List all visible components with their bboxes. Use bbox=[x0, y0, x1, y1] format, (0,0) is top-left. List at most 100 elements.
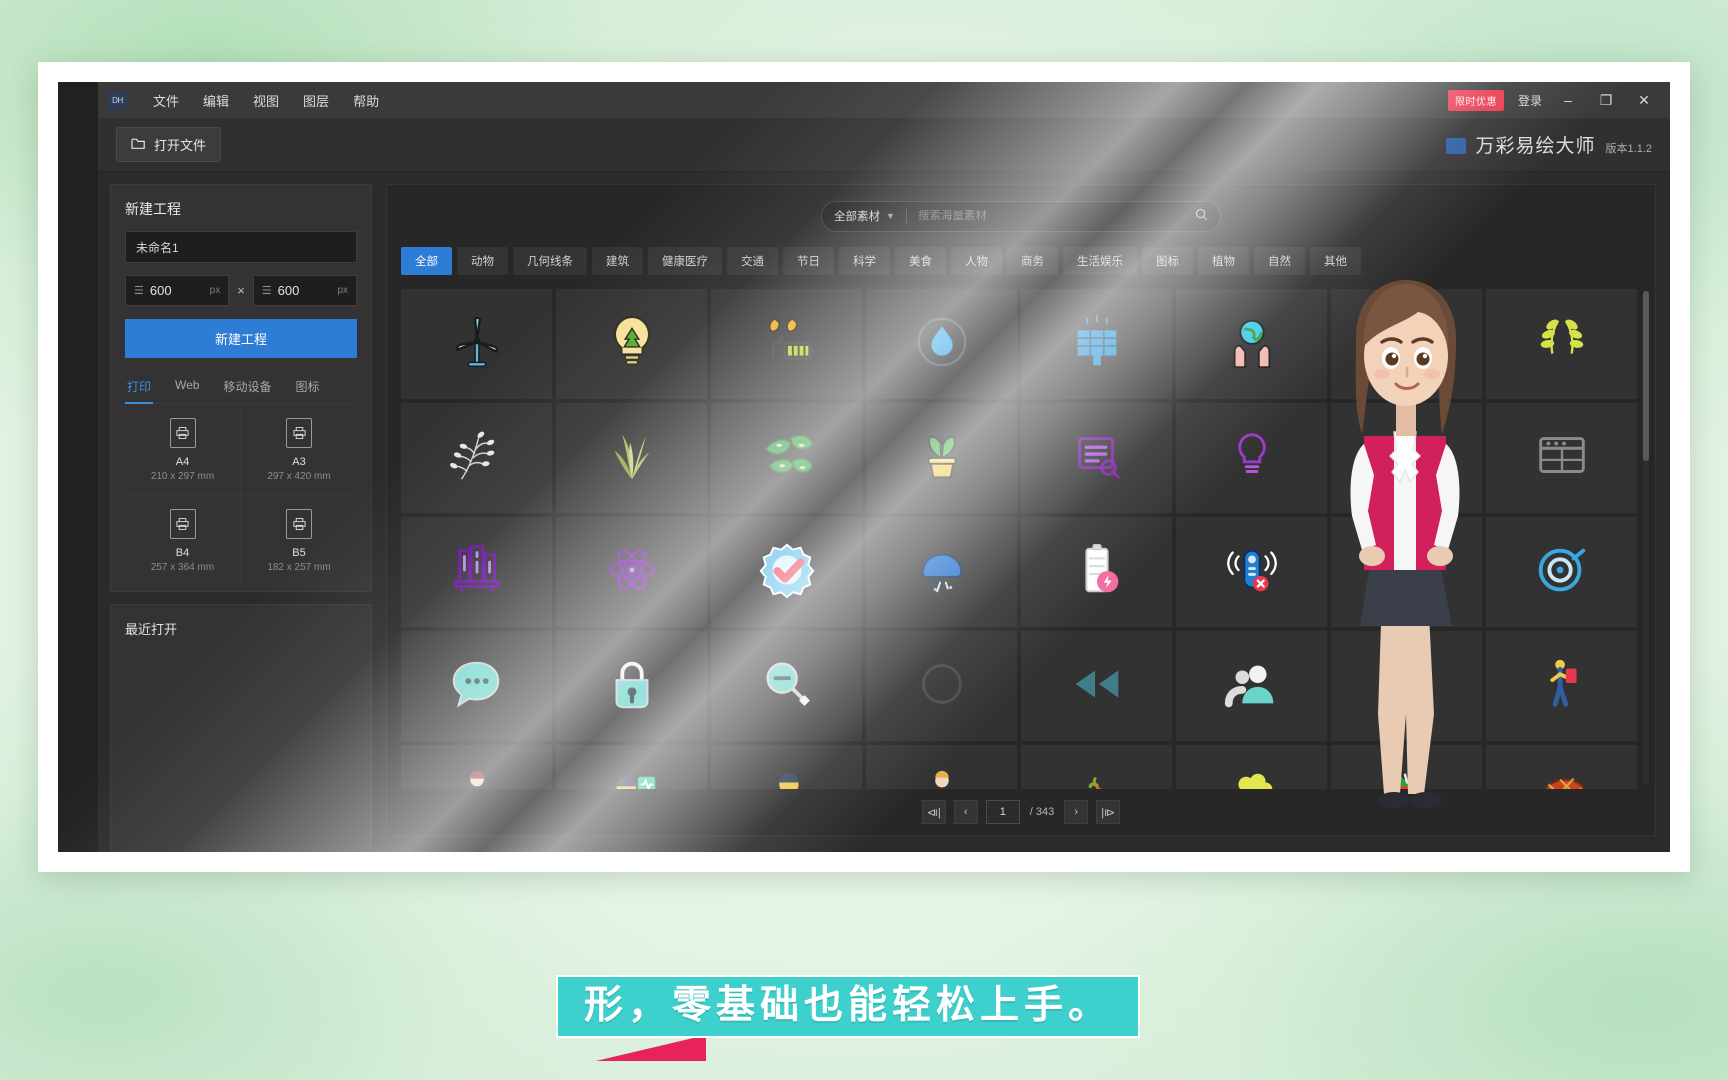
category-tab-food[interactable]: 美食 bbox=[895, 247, 946, 275]
printer-icon bbox=[169, 509, 196, 539]
height-icon: ☰ bbox=[261, 285, 272, 297]
category-tab-business[interactable]: 商务 bbox=[1007, 247, 1058, 275]
preset-a3[interactable]: A3 297 x 420 mm bbox=[241, 404, 357, 495]
asset-grid-scrollbar[interactable] bbox=[1643, 291, 1649, 785]
leaves-icon bbox=[756, 425, 818, 492]
asset-cell[interactable] bbox=[711, 745, 862, 789]
menu-edit[interactable]: 编辑 bbox=[191, 87, 241, 114]
device-tab-mobile[interactable]: 移动设备 bbox=[221, 374, 273, 403]
preset-dim: 297 x 420 mm bbox=[267, 471, 331, 482]
canvas-width-field[interactable]: ☰ 600 px bbox=[125, 275, 230, 306]
worker-overalls-icon bbox=[911, 767, 973, 790]
menu-help[interactable]: 帮助 bbox=[341, 87, 391, 114]
asset-cell[interactable] bbox=[866, 745, 1017, 789]
search-input[interactable] bbox=[917, 210, 1195, 222]
asset-cell[interactable] bbox=[866, 517, 1017, 627]
preset-b5[interactable]: B5 182 x 257 mm bbox=[241, 495, 357, 585]
title-bar: DH 文件 编辑 视图 图层 帮助 限时优惠 登录 – ❐ ✕ bbox=[98, 82, 1670, 118]
asset-cell[interactable] bbox=[711, 289, 862, 399]
width-icon: ☰ bbox=[134, 285, 144, 297]
last-page-button[interactable]: |⧐ bbox=[1096, 800, 1121, 824]
asset-cell[interactable] bbox=[711, 517, 862, 627]
device-tab-icon[interactable]: 图标 bbox=[294, 374, 322, 403]
asset-cell[interactable] bbox=[866, 289, 1017, 399]
caption-text: 形，零基础也能轻松上手。 bbox=[584, 983, 1113, 1028]
promo-badge[interactable]: 限时优惠 bbox=[1447, 89, 1504, 111]
height-unit: px bbox=[337, 285, 348, 296]
asset-cell[interactable] bbox=[1021, 517, 1172, 627]
menu-view[interactable]: 视图 bbox=[241, 87, 291, 114]
category-tab-animals[interactable]: 动物 bbox=[457, 247, 508, 275]
padlock-icon bbox=[601, 653, 663, 720]
zoom-out-icon bbox=[756, 653, 818, 720]
category-tab-architecture[interactable]: 建筑 bbox=[592, 247, 643, 275]
category-tab-all[interactable]: 全部 bbox=[401, 247, 452, 275]
asset-cell[interactable] bbox=[866, 631, 1017, 741]
category-tab-life-entertainment[interactable]: 生活娱乐 bbox=[1063, 247, 1137, 275]
asset-cell[interactable] bbox=[866, 403, 1017, 513]
asset-cell[interactable] bbox=[401, 403, 552, 513]
prev-page-button[interactable]: ‹ bbox=[953, 800, 978, 824]
charging-battery-icon bbox=[1066, 539, 1128, 606]
create-project-button[interactable]: 新建工程 bbox=[125, 319, 357, 358]
first-page-button[interactable]: ⧏| bbox=[921, 800, 946, 824]
search-icon[interactable] bbox=[1195, 208, 1208, 224]
login-link[interactable]: 登录 bbox=[1518, 92, 1542, 109]
patient-scan-icon bbox=[756, 767, 818, 789]
poster-canvas: DH 文件 编辑 视图 图层 帮助 限时优惠 登录 – ❐ ✕ 打开文件 万彩易… bbox=[0, 0, 1728, 1080]
asset-cell[interactable] bbox=[1021, 631, 1172, 741]
search-scope-dropdown[interactable]: 全部素材 ▼ bbox=[834, 208, 895, 224]
category-tab-holidays[interactable]: 节日 bbox=[783, 247, 834, 275]
canvas-size-row: ☰ 600 px × ☰ 600 px bbox=[125, 275, 357, 306]
preset-b4[interactable]: B4 257 x 364 mm bbox=[125, 495, 241, 585]
asset-cell[interactable] bbox=[556, 403, 707, 513]
preset-a4[interactable]: A4 210 x 297 mm bbox=[125, 404, 241, 495]
minimize-icon[interactable]: – bbox=[1556, 93, 1580, 107]
asset-cell[interactable] bbox=[401, 517, 552, 627]
scrollbar-thumb[interactable] bbox=[1643, 291, 1649, 461]
grass-tuft-icon bbox=[601, 425, 663, 492]
potted-plant-icon bbox=[911, 425, 973, 492]
asset-cell[interactable] bbox=[1021, 745, 1172, 789]
asset-cell[interactable] bbox=[1021, 289, 1172, 399]
device-tab-print[interactable]: 打印 bbox=[125, 374, 154, 404]
asset-cell[interactable] bbox=[401, 289, 552, 399]
maximize-icon[interactable]: ❐ bbox=[1594, 93, 1618, 107]
next-page-button[interactable]: › bbox=[1064, 800, 1089, 824]
category-tab-icons[interactable]: 图标 bbox=[1142, 247, 1193, 275]
verified-check-icon bbox=[756, 539, 818, 606]
businessman-icon bbox=[446, 767, 508, 790]
chat-bubble-icon bbox=[446, 653, 508, 720]
category-tab-science[interactable]: 科学 bbox=[839, 247, 890, 275]
brand-logo-icon bbox=[1445, 138, 1466, 154]
search-bar[interactable]: 全部素材 ▼ bbox=[821, 200, 1221, 232]
device-tab-web[interactable]: Web bbox=[173, 374, 201, 403]
chevron-down-icon: ▼ bbox=[886, 211, 895, 221]
asset-cell[interactable] bbox=[556, 745, 707, 789]
category-tab-health-medical[interactable]: 健康医疗 bbox=[648, 247, 722, 275]
open-file-button[interactable]: 打开文件 bbox=[116, 127, 222, 162]
brand-name: 万彩易绘大师 bbox=[1475, 136, 1596, 157]
page-number-input[interactable] bbox=[985, 800, 1020, 824]
asset-cell[interactable] bbox=[401, 631, 552, 741]
menu-file[interactable]: 文件 bbox=[141, 87, 191, 114]
project-name-input[interactable] bbox=[125, 231, 357, 263]
recent-files-card: 最近打开 bbox=[110, 604, 372, 852]
asset-cell[interactable] bbox=[1021, 403, 1172, 513]
asset-cell[interactable] bbox=[556, 517, 707, 627]
new-project-card: 新建工程 ☰ 600 px × ☰ 600 px bbox=[110, 184, 372, 592]
category-tab-people[interactable]: 人物 bbox=[951, 247, 1002, 275]
asset-cell[interactable] bbox=[711, 631, 862, 741]
menu-layer[interactable]: 图层 bbox=[291, 87, 341, 114]
asset-cell[interactable] bbox=[556, 289, 707, 399]
rewind-icon bbox=[1066, 653, 1128, 720]
asset-cell[interactable] bbox=[401, 745, 552, 789]
search-row: 全部素材 ▼ bbox=[387, 185, 1655, 247]
canvas-height-field[interactable]: ☰ 600 px bbox=[252, 275, 357, 306]
close-icon[interactable]: ✕ bbox=[1632, 93, 1656, 107]
category-tab-transport[interactable]: 交通 bbox=[727, 247, 778, 275]
category-tab-plants[interactable]: 植物 bbox=[1198, 247, 1249, 275]
asset-cell[interactable] bbox=[711, 403, 862, 513]
asset-cell[interactable] bbox=[556, 631, 707, 741]
category-tab-geometry-lines[interactable]: 几何线条 bbox=[513, 247, 587, 275]
